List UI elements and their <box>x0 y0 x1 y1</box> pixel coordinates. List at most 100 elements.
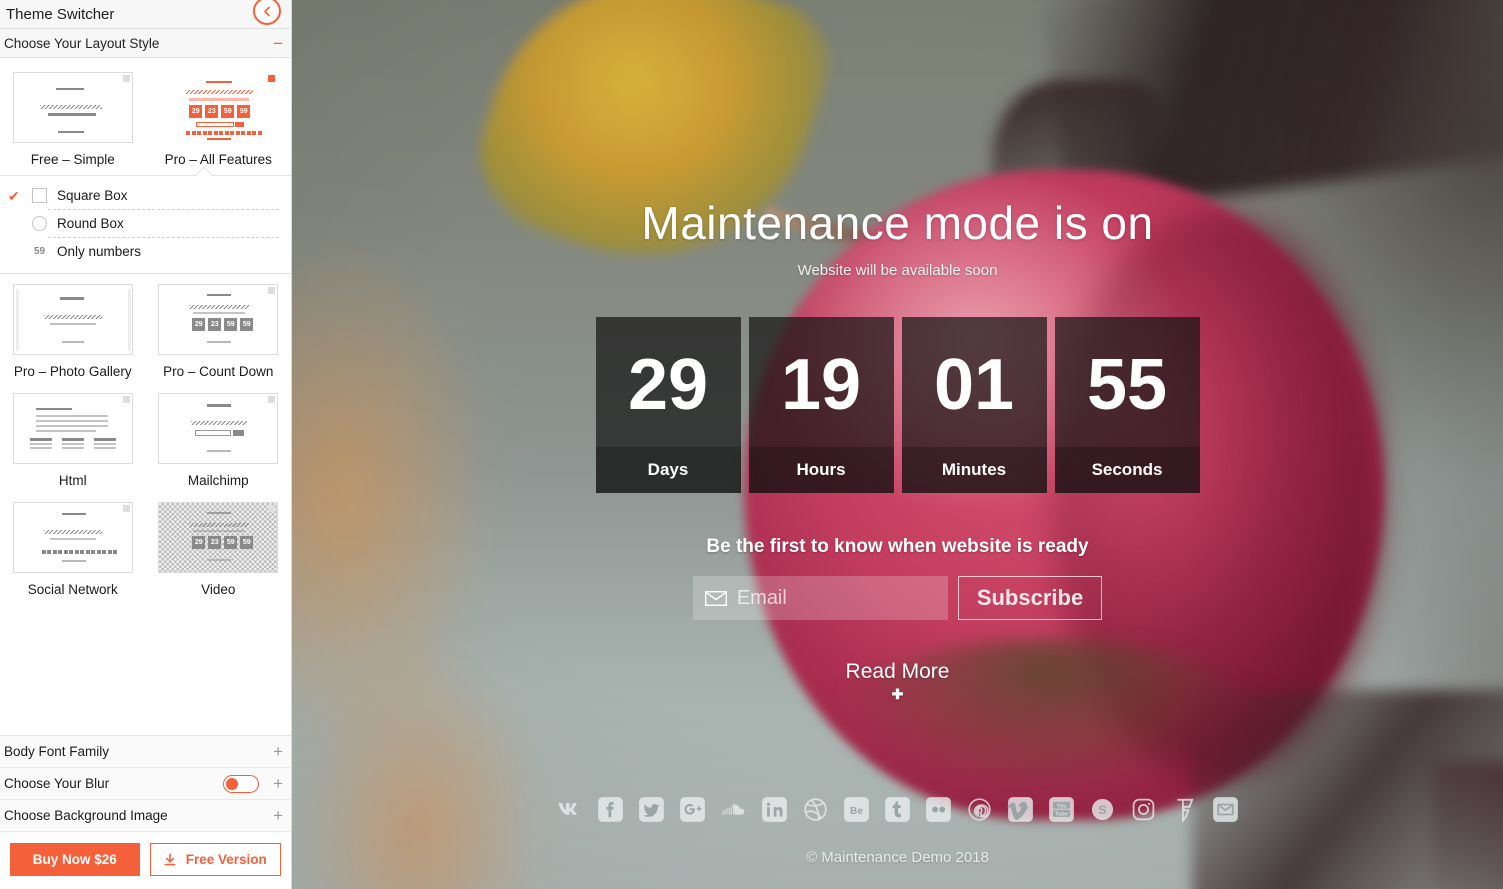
svg-text:Tube: Tube <box>1055 811 1068 817</box>
social-links: Be You Tube S <box>292 796 1503 823</box>
section-body-font-family[interactable]: Body Font Family + <box>0 736 291 768</box>
numbers-icon: 59 <box>33 246 46 257</box>
thumbnail-pro-all-features[interactable]: 29 23 59 59 <box>158 72 279 143</box>
section-choose-your-blur-label: Choose Your Blur <box>4 776 110 791</box>
soundcloud-icon[interactable] <box>720 796 747 823</box>
countdown-minutes: 01 Minutes <box>901 317 1047 493</box>
buy-now-button[interactable]: Buy Now $26 <box>10 843 140 876</box>
section-choose-background-image[interactable]: Choose Background Image + <box>0 800 291 832</box>
countdown-days-value: 29 <box>627 345 709 425</box>
option-square-box[interactable]: ✔ Square Box <box>0 182 291 209</box>
option-round-box[interactable]: Round Box <box>0 210 291 237</box>
plus-icon: + <box>273 806 283 825</box>
foursquare-icon[interactable] <box>1171 796 1198 823</box>
selected-indicator-arrow <box>196 167 212 176</box>
thumbnail-video[interactable]: 29 23 59 59 <box>158 502 279 573</box>
email-icon[interactable] <box>1212 796 1239 823</box>
plus-icon: + <box>273 774 283 793</box>
countdown-hours: 19 Hours <box>748 317 894 493</box>
check-icon: ✔ <box>8 187 20 204</box>
layout-choice-pro-count-down[interactable]: 29 23 59 59 Pro – Count Down <box>146 284 292 393</box>
instagram-icon[interactable] <box>1130 796 1157 823</box>
countdown-minutes-value: 01 <box>933 345 1015 425</box>
theme-switcher-panel: Theme Switcher Choose Your Layout Style … <box>0 0 292 889</box>
vk-icon[interactable] <box>556 796 583 823</box>
layout-choice-pro-all-features[interactable]: 29 23 59 59 Pro – All Features <box>146 72 292 175</box>
subscribe-button[interactable]: Subscribe <box>957 576 1103 620</box>
minus-icon: − <box>273 33 283 53</box>
thumbnail-social-network[interactable] <box>12 502 133 573</box>
section-layout-style[interactable]: Choose Your Layout Style − <box>0 29 291 58</box>
countdown-minutes-label: Minutes <box>901 447 1047 493</box>
plus-icon: ✚ <box>891 686 904 702</box>
layout-choice-html-label: Html <box>58 473 87 488</box>
facebook-icon[interactable] <box>597 796 624 823</box>
section-choose-your-blur[interactable]: Choose Your Blur + <box>0 768 291 800</box>
svg-text:S: S <box>1098 803 1106 817</box>
pinterest-icon[interactable] <box>966 796 993 823</box>
option-square-box-label: Square Box <box>57 188 128 203</box>
layout-choice-social-network[interactable]: Social Network <box>0 502 146 611</box>
read-more-label: Read More <box>845 660 950 683</box>
app-root: Maintenance mode is on Website will be a… <box>0 0 1503 889</box>
countdown-days: 29 Days <box>595 317 741 493</box>
email-field-wrapper[interactable] <box>692 576 1002 620</box>
page-subtitle: Website will be available soon <box>797 262 998 279</box>
layout-choice-free-simple[interactable]: Free – Simple <box>0 72 146 175</box>
tumblr-icon[interactable] <box>884 796 911 823</box>
flickr-icon[interactable] <box>925 796 952 823</box>
copyright-text: © Maintenance Demo 2018 <box>806 849 989 866</box>
box-style-options: ✔ Square Box Round Box 59 Only numbers <box>0 176 291 274</box>
skype-icon[interactable]: S <box>1089 796 1116 823</box>
behance-icon[interactable]: Be <box>843 796 870 823</box>
vimeo-icon[interactable] <box>1007 796 1034 823</box>
countdown-days-label: Days <box>595 447 741 493</box>
countdown-timer: 29 Days 19 Hours 01 Minutes 55 Seconds <box>595 317 1200 493</box>
svg-text:You: You <box>1056 803 1067 809</box>
blur-toggle-switch[interactable] <box>223 774 260 793</box>
layout-choice-pro-photo-gallery-label: Pro – Photo Gallery <box>13 364 132 379</box>
layout-choice-pro-all-features-label: Pro – All Features <box>164 152 272 167</box>
svg-text:Be: Be <box>850 806 863 817</box>
subscribe-title: Be the first to know when website is rea… <box>706 536 1089 557</box>
layout-thumbnail-grid: Pro – Photo Gallery 29 23 59 59 Pro – Co… <box>0 274 291 611</box>
read-more-link[interactable]: Read More ✚ <box>846 660 950 703</box>
panel-body: Free – Simple 29 23 59 59 Pro – All Feat… <box>0 58 291 735</box>
round-box-icon <box>32 216 47 231</box>
subscribe-form: Subscribe <box>692 576 1103 620</box>
layout-style-choices: Free – Simple 29 23 59 59 Pro – All Feat… <box>0 58 291 176</box>
panel-footer: Body Font Family + Choose Your Blur + Ch… <box>0 735 291 889</box>
countdown-hours-label: Hours <box>748 447 894 493</box>
toggle-knob <box>226 777 239 790</box>
panel-title: Theme Switcher <box>6 5 115 23</box>
thumbnail-mailchimp[interactable] <box>158 393 279 464</box>
twitter-icon[interactable] <box>638 796 665 823</box>
dribbble-icon[interactable] <box>802 796 829 823</box>
layout-choice-free-simple-label: Free – Simple <box>30 152 115 167</box>
layout-choice-html[interactable]: Html <box>0 393 146 502</box>
page-title: Maintenance mode is on <box>641 197 1154 249</box>
thumbnail-html[interactable] <box>12 393 133 464</box>
envelope-icon <box>704 590 727 606</box>
layout-choice-mailchimp[interactable]: Mailchimp <box>146 393 292 502</box>
countdown-seconds-label: Seconds <box>1054 447 1200 493</box>
countdown-seconds-value: 55 <box>1086 345 1168 425</box>
option-only-numbers[interactable]: 59 Only numbers <box>0 238 291 265</box>
thumbnail-pro-count-down[interactable]: 29 23 59 59 <box>158 284 279 355</box>
layout-choice-social-network-label: Social Network <box>27 582 118 597</box>
layout-choice-video[interactable]: 29 23 59 59 Video <box>146 502 292 611</box>
free-version-button[interactable]: Free Version <box>149 843 281 876</box>
youtube-icon[interactable]: You Tube <box>1048 796 1075 823</box>
section-body-font-family-label: Body Font Family <box>4 744 110 759</box>
thumbnail-free-simple[interactable] <box>12 72 133 143</box>
section-choose-background-image-label: Choose Background Image <box>4 808 168 823</box>
section-layout-label: Choose Your Layout Style <box>4 35 160 51</box>
layout-choice-pro-photo-gallery[interactable]: Pro – Photo Gallery <box>0 284 146 393</box>
panel-header: Theme Switcher <box>0 0 291 29</box>
cta-row: Buy Now $26 Free Version <box>0 832 291 889</box>
countdown-hours-value: 19 <box>780 345 862 425</box>
chevron-left-icon[interactable] <box>253 0 281 25</box>
thumbnail-pro-photo-gallery[interactable] <box>12 284 133 355</box>
linkedin-icon[interactable] <box>761 796 788 823</box>
google-plus-icon[interactable] <box>679 796 706 823</box>
